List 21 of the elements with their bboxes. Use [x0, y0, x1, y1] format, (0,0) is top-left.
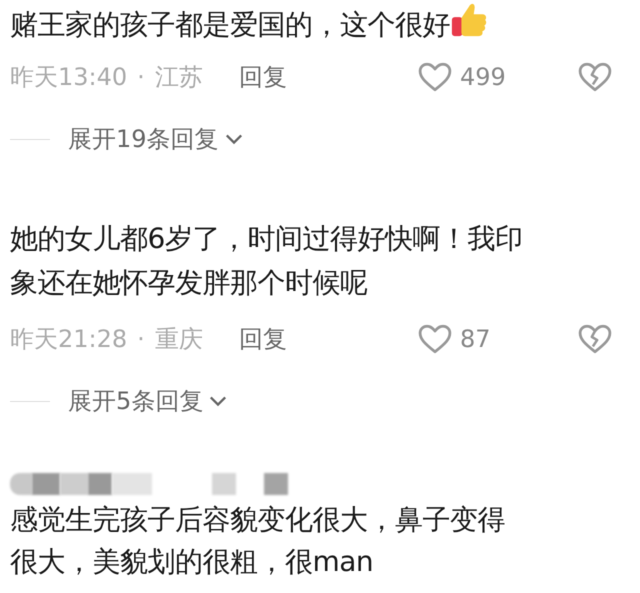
comment-location: 江苏 — [154, 62, 203, 93]
like-count: 87 — [460, 325, 492, 353]
expand-replies-link[interactable]: 展开19条回复 — [68, 123, 219, 155]
separator-dot: · — [137, 63, 145, 91]
heart-icon[interactable] — [418, 62, 452, 92]
separator-dot: · — [137, 325, 145, 353]
broken-heart-icon[interactable] — [578, 62, 612, 92]
chevron-down-icon — [209, 395, 228, 407]
comment-time: 昨天13:40 — [10, 62, 128, 93]
broken-heart-icon[interactable] — [578, 324, 612, 354]
comment-text: 感觉生完孩子后容貌变化很大，鼻子变得 很大，美貌划的很粗，很man — [10, 502, 506, 580]
comment-location: 重庆 — [154, 324, 203, 355]
reply-link[interactable]: 回复 — [238, 61, 287, 93]
reply-link[interactable]: 回复 — [238, 323, 287, 355]
comment-time: 昨天21:28 — [10, 324, 128, 355]
heart-icon[interactable] — [418, 324, 452, 354]
comment-text: 赌王家的孩子都是爱国的，这个很好 — [10, 0, 640, 43]
expand-replies-link[interactable]: 展开5条回复 — [68, 385, 204, 417]
comment-text: 她的女儿都6岁了，时间过得好快啊！我印 象还在她怀孕发胖那个时候呢 — [10, 221, 524, 301]
chevron-down-icon — [224, 133, 243, 145]
like-count: 499 — [460, 63, 507, 91]
